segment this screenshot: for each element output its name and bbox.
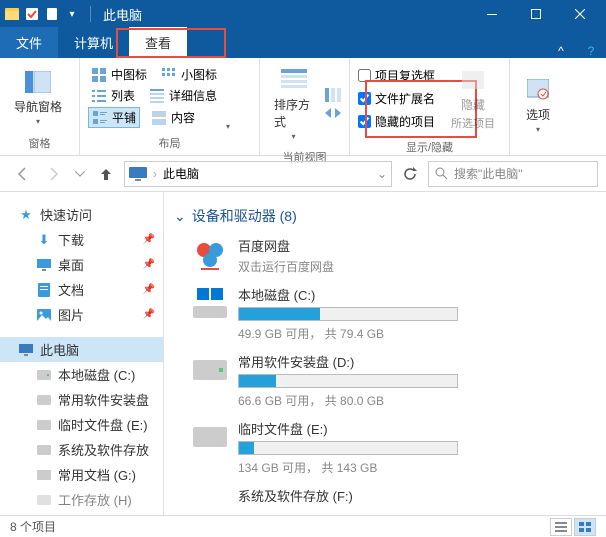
drive-icon (36, 492, 52, 508)
address-bar[interactable]: › 此电脑 ⌄ (124, 161, 392, 187)
sidebar-pictures[interactable]: 图片📌 (0, 302, 163, 327)
qat-doc-icon[interactable] (44, 6, 60, 22)
details-view-button[interactable] (550, 518, 572, 536)
windows-drive-icon (192, 285, 228, 321)
breadcrumb-segment[interactable]: 此电脑 (163, 165, 199, 182)
qat-checkbox-icon[interactable] (24, 6, 40, 22)
star-icon: ★ (18, 207, 34, 223)
ribbon-tabs: 文件 计算机 查看 ^ ? (0, 28, 606, 58)
sidebar-quick-access[interactable]: ★快速访问 (0, 202, 163, 227)
back-button[interactable] (8, 160, 36, 188)
ribbon: 导航窗格 ▾ 窗格 中图标 小图标 列表 详细信息 平铺 内容 (0, 58, 606, 156)
pin-icon: 📌 (143, 234, 155, 245)
layout-medium-icons[interactable]: 中图标 (88, 65, 150, 84)
usage-bar (238, 441, 458, 455)
minimize-button[interactable] (470, 0, 514, 28)
sidebar-desktop[interactable]: 桌面📌 (0, 252, 163, 277)
size-columns-icon[interactable] (325, 106, 341, 120)
drive-icon (192, 419, 228, 455)
drive-icon (192, 352, 228, 388)
sidebar-drive-d[interactable]: 常用软件安装盘 (0, 387, 163, 412)
download-icon: ⬇ (36, 232, 52, 248)
baidu-icon (192, 236, 228, 272)
status-bar: 8 个项目 (0, 515, 606, 537)
section-devices-drives[interactable]: ⌄ 设备和驱动器 (8) (174, 206, 596, 226)
drive-item-c[interactable]: 本地磁盘 (C:) 49.9 GB 可用， 共 79.4 GB (192, 285, 596, 342)
chevron-down-icon: ⌄ (174, 208, 186, 225)
drive-icon (36, 467, 52, 483)
search-placeholder: 搜索"此电脑" (454, 165, 523, 182)
layout-small-icons[interactable]: 小图标 (158, 65, 220, 84)
layout-content[interactable]: 内容 (148, 108, 198, 127)
drive-item-d[interactable]: 常用软件安装盘 (D:) 66.6 GB 可用， 共 80.0 GB (192, 352, 596, 409)
chevron-right-icon[interactable]: › (153, 167, 157, 181)
pc-icon (18, 342, 34, 358)
sort-by-button[interactable]: 排序方式 ▾ (268, 62, 319, 145)
forward-button[interactable] (40, 160, 68, 188)
explorer-icon (4, 6, 20, 22)
usage-bar (238, 374, 458, 388)
pc-icon (129, 167, 147, 181)
layout-details[interactable]: 详细信息 (146, 86, 220, 105)
pin-icon: 📌 (143, 259, 155, 270)
document-icon (36, 282, 52, 298)
hidden-items-toggle[interactable]: 隐藏的项目 (358, 111, 435, 132)
add-columns-icon[interactable] (325, 88, 341, 102)
recent-locations-button[interactable] (72, 160, 88, 188)
options-button[interactable]: 选项 ▾ (518, 72, 558, 138)
layout-more-icon[interactable]: ▾ (226, 122, 230, 131)
sidebar-drive-e[interactable]: 临时文件盘 (E:) (0, 412, 163, 437)
drive-icon (36, 442, 52, 458)
desktop-icon (36, 257, 52, 273)
sidebar-drive-sys[interactable]: 系统及软件存放 (0, 437, 163, 462)
tab-view[interactable]: 查看 (129, 27, 187, 58)
window-title: 此电脑 (103, 5, 142, 24)
sidebar-drive-c[interactable]: 本地磁盘 (C:) (0, 362, 163, 387)
tab-computer[interactable]: 计算机 (58, 27, 129, 58)
collapse-ribbon-button[interactable]: ^ (546, 44, 576, 58)
close-button[interactable] (558, 0, 602, 28)
ribbon-group-showhide: 显示/隐藏 (350, 139, 509, 159)
up-button[interactable] (92, 160, 120, 188)
pin-icon: 📌 (143, 284, 155, 295)
layout-tiles[interactable]: 平铺 (88, 107, 140, 128)
title-bar: ▾ 此电脑 (0, 0, 606, 28)
drive-icon (36, 367, 52, 383)
navigation-pane-button[interactable]: 导航窗格 ▾ (8, 64, 68, 130)
navigation-bar: › 此电脑 ⌄ 搜索"此电脑" (0, 156, 606, 192)
tiles-view-button[interactable] (574, 518, 596, 536)
layout-list[interactable]: 列表 (88, 86, 138, 105)
sidebar-drive-g[interactable]: 常用文档 (G:) (0, 462, 163, 487)
hide-selected-button[interactable]: 隐藏 所选项目 (445, 62, 501, 135)
ribbon-group-pane: 窗格 (0, 135, 79, 155)
sidebar-downloads[interactable]: ⬇下载📌 (0, 227, 163, 252)
item-checkboxes-toggle[interactable]: 项目复选框 (358, 65, 435, 86)
qat-dropdown-icon[interactable]: ▾ (64, 6, 80, 22)
ribbon-group-layout: 布局 (80, 135, 259, 155)
address-dropdown-icon[interactable]: ⌄ (377, 167, 387, 181)
search-icon (435, 167, 448, 180)
drive-icon (36, 392, 52, 408)
maximize-button[interactable] (514, 0, 558, 28)
drive-item-baidu[interactable]: 百度网盘 双击运行百度网盘 (192, 236, 596, 275)
search-box[interactable]: 搜索"此电脑" (428, 161, 598, 187)
item-count: 8 个项目 (10, 518, 56, 535)
sidebar-documents[interactable]: 文档📌 (0, 277, 163, 302)
file-extensions-toggle[interactable]: 文件扩展名 (358, 88, 435, 109)
content-pane: ⌄ 设备和驱动器 (8) 百度网盘 双击运行百度网盘 本地磁盘 (C:) 49.… (164, 192, 606, 515)
tab-file[interactable]: 文件 (0, 27, 58, 58)
drive-item-e[interactable]: 临时文件盘 (E:) 134 GB 可用， 共 143 GB (192, 419, 596, 476)
usage-bar (238, 307, 458, 321)
pictures-icon (36, 307, 52, 323)
refresh-button[interactable] (396, 160, 424, 188)
sidebar-drive-work[interactable]: 工作存放 (H) (0, 487, 163, 512)
pin-icon: 📌 (143, 309, 155, 320)
drive-icon (36, 417, 52, 433)
help-button[interactable]: ? (576, 44, 606, 58)
navigation-tree: ★快速访问 ⬇下载📌 桌面📌 文档📌 图片📌 此电脑 本地磁盘 (C:) 常用软… (0, 192, 164, 515)
sidebar-this-pc[interactable]: 此电脑 (0, 337, 163, 362)
drive-item-f[interactable]: 系统及软件存放 (F:) (192, 486, 596, 515)
